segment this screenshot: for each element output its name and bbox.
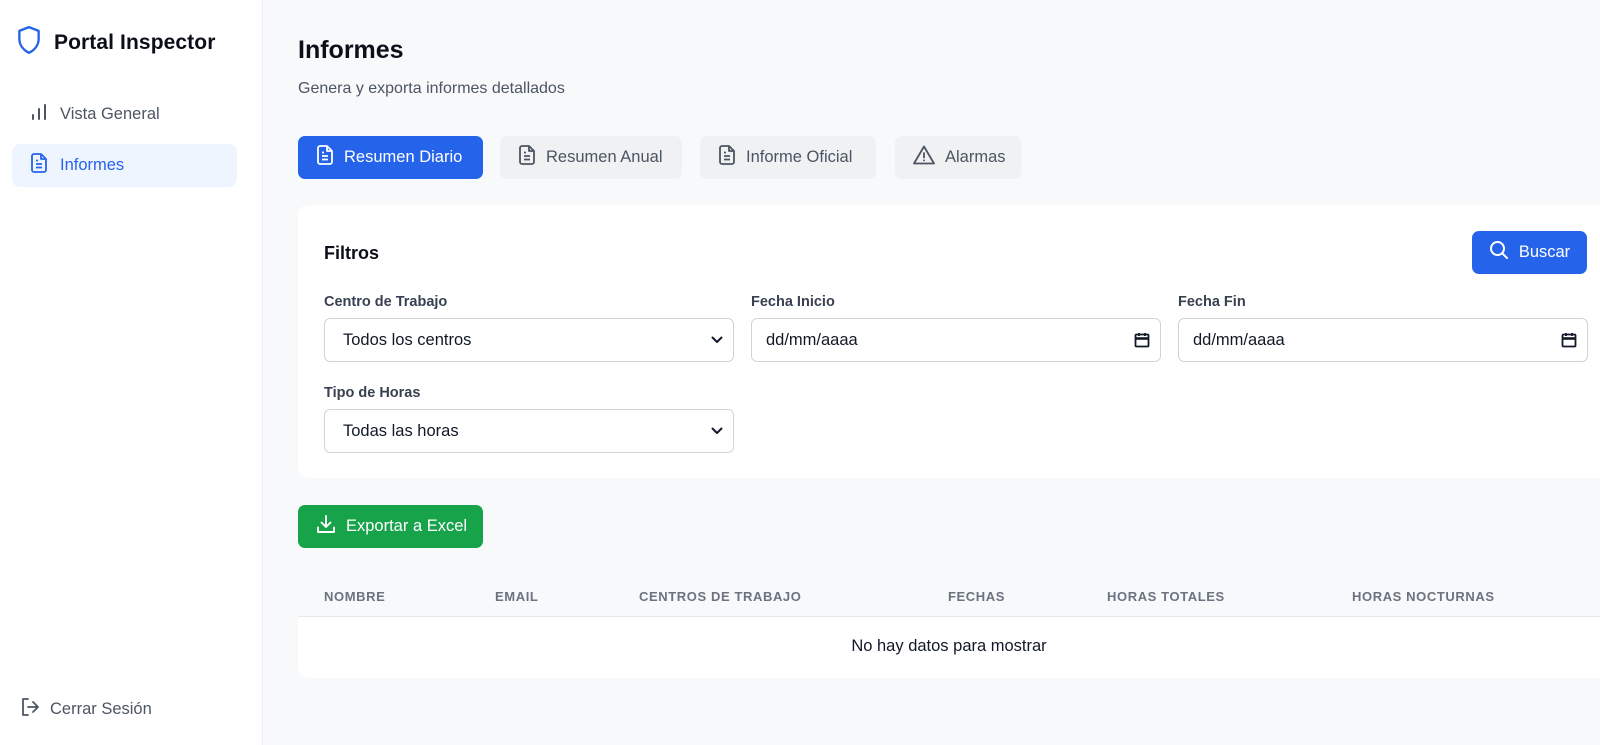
tab-resumen-diario[interactable]: Resumen Diario bbox=[298, 136, 483, 179]
column-header-fechas: FECHAS bbox=[948, 589, 1006, 604]
warning-icon bbox=[913, 145, 935, 170]
bar-chart-icon bbox=[30, 103, 48, 126]
tab-resumen-anual[interactable]: Resumen Anual bbox=[500, 136, 682, 179]
tipo-horas-select-value: Todas las horas bbox=[343, 421, 459, 440]
logout-icon bbox=[20, 697, 40, 722]
tab-label: Informe Oficial bbox=[746, 148, 853, 166]
download-icon bbox=[316, 514, 336, 539]
sidebar-item-vista-general[interactable]: Vista General bbox=[12, 93, 237, 136]
table-header: NOMBRE EMAIL CENTROS DE TRABAJO FECHAS H… bbox=[298, 575, 1600, 617]
page-subtitle: Genera y exporta informes detallados bbox=[298, 80, 565, 97]
search-button[interactable]: Buscar bbox=[1472, 231, 1587, 274]
main-content: Informes Genera y exporta informes detal… bbox=[263, 0, 1600, 745]
fecha-inicio-label: Fecha Inicio bbox=[751, 294, 835, 310]
centro-select[interactable]: Todos los centros bbox=[324, 318, 734, 362]
centro-select-value: Todos los centros bbox=[343, 330, 472, 349]
document-icon bbox=[718, 145, 736, 170]
fecha-fin-input[interactable]: dd/mm/aaaa bbox=[1178, 318, 1588, 362]
search-button-label: Buscar bbox=[1518, 243, 1571, 261]
sidebar-item-informes[interactable]: Informes bbox=[12, 144, 237, 187]
logout-label: Cerrar Sesión bbox=[50, 700, 152, 718]
brand: Portal Inspector bbox=[16, 25, 215, 60]
document-icon bbox=[518, 145, 536, 170]
tab-informe-oficial[interactable]: Informe Oficial bbox=[700, 136, 876, 179]
document-icon bbox=[30, 153, 48, 178]
export-excel-button[interactable]: Exportar a Excel bbox=[298, 505, 483, 548]
column-header-horas-totales: HORAS TOTALES bbox=[1107, 589, 1225, 604]
tipo-horas-label: Tipo de Horas bbox=[324, 385, 421, 401]
chevron-down-icon bbox=[711, 427, 723, 435]
column-header-horas-nocturnas: HORAS NOCTURNAS bbox=[1352, 589, 1495, 604]
fecha-fin-value: dd/mm/aaaa bbox=[1193, 330, 1285, 349]
tab-alarmas[interactable]: Alarmas bbox=[895, 136, 1021, 179]
sidebar-item-label: Informes bbox=[60, 156, 125, 174]
column-header-email: EMAIL bbox=[495, 589, 539, 604]
filters-title: Filtros bbox=[324, 243, 380, 263]
empty-state-message: No hay datos para mostrar bbox=[851, 637, 1047, 655]
tab-label: Resumen Anual bbox=[546, 148, 663, 166]
document-icon bbox=[316, 145, 334, 170]
fecha-inicio-input[interactable]: dd/mm/aaaa bbox=[751, 318, 1161, 362]
fecha-fin-label: Fecha Fin bbox=[1178, 294, 1246, 310]
fecha-inicio-value: dd/mm/aaaa bbox=[766, 330, 858, 349]
results-table: NOMBRE EMAIL CENTROS DE TRABAJO FECHAS H… bbox=[298, 575, 1600, 678]
tab-label: Alarmas bbox=[945, 148, 1006, 166]
sidebar-item-label: Vista General bbox=[60, 105, 160, 123]
tab-label: Resumen Diario bbox=[344, 148, 463, 166]
sidebar: Portal Inspector Vista General Informes … bbox=[0, 0, 263, 745]
logout-button[interactable]: Cerrar Sesión bbox=[20, 697, 152, 722]
export-button-label: Exportar a Excel bbox=[346, 517, 468, 535]
search-icon bbox=[1489, 240, 1509, 265]
centro-label: Centro de Trabajo bbox=[324, 294, 448, 310]
filters-card: Filtros Buscar Centro de Trabajo Todos l… bbox=[298, 205, 1600, 478]
shield-icon bbox=[16, 25, 42, 60]
page-title: Informes bbox=[298, 36, 404, 64]
app-title: Portal Inspector bbox=[54, 30, 216, 54]
calendar-icon[interactable] bbox=[1561, 332, 1577, 348]
chevron-down-icon bbox=[711, 336, 723, 344]
table-body: No hay datos para mostrar bbox=[298, 617, 1600, 678]
column-header-nombre: NOMBRE bbox=[324, 589, 386, 604]
tipo-horas-select[interactable]: Todas las horas bbox=[324, 409, 734, 453]
column-header-centros: CENTROS DE TRABAJO bbox=[639, 589, 802, 604]
calendar-icon[interactable] bbox=[1134, 332, 1150, 348]
